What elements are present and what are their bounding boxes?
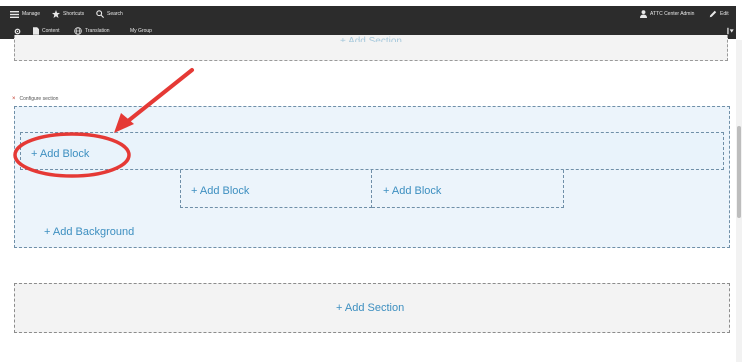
previous-add-section-link[interactable]: + Add Section (0, 36, 742, 42)
search-label: Search (107, 11, 123, 17)
manage-menu[interactable]: Manage (10, 9, 40, 19)
translation-label: Translation (85, 28, 110, 34)
hamburger-icon (10, 10, 19, 18)
user-label: ATTC Center Admin (650, 11, 695, 17)
edit-toggle[interactable]: Edit (709, 9, 729, 19)
add-block-link-3[interactable]: + Add Block (383, 185, 441, 197)
add-section-link[interactable]: + Add Section (336, 302, 404, 314)
shortcuts-label: Shortcuts (63, 11, 85, 17)
search-menu[interactable]: Search (96, 9, 123, 19)
user-icon (640, 10, 647, 18)
edit-label: Edit (720, 11, 729, 17)
star-icon (52, 10, 60, 18)
toggle-orientation-icon (727, 27, 734, 35)
user-menu[interactable]: ATTC Center Admin (640, 9, 694, 19)
add-block-link-2[interactable]: + Add Block (191, 185, 249, 197)
configure-section-link[interactable]: Configure section (20, 96, 59, 102)
scrollbar-thumb[interactable] (737, 126, 741, 218)
gear-icon (14, 28, 21, 34)
document-icon (33, 27, 39, 35)
region-first (20, 132, 724, 170)
toolbar-primary-row: Manage Shortcuts Search ATTC Center Admi… (0, 6, 736, 22)
page: Manage Shortcuts Search ATTC Center Admi… (0, 0, 742, 362)
manage-label: Manage (22, 11, 41, 17)
search-icon (96, 10, 104, 18)
orientation-toggle[interactable] (727, 26, 737, 36)
add-block-link-1[interactable]: + Add Block (31, 148, 89, 160)
configure-section[interactable]: × Configure section (12, 96, 58, 102)
content-label: Content (42, 28, 60, 34)
pencil-icon (709, 10, 717, 18)
close-icon[interactable]: × (12, 96, 16, 102)
shortcuts-menu[interactable]: Shortcuts (52, 9, 84, 19)
my-group-label: My Group (130, 28, 152, 34)
add-background-link[interactable]: + Add Background (44, 226, 134, 238)
globe-icon (74, 27, 82, 35)
